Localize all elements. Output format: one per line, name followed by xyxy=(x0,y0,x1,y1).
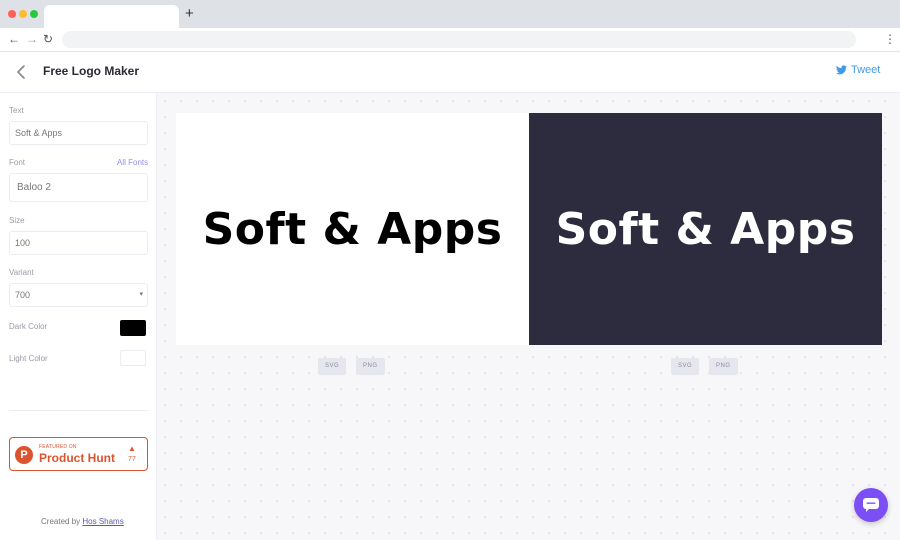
credit-prefix: Created by xyxy=(41,517,81,526)
light-color-label: Light Color xyxy=(9,354,48,363)
author-link[interactable]: Hos Shams xyxy=(82,517,123,526)
chat-bubble-icon xyxy=(863,498,879,512)
dark-svg-download-button[interactable]: SVG xyxy=(671,358,700,375)
size-input[interactable]: 100 xyxy=(9,231,148,255)
page-title: Free Logo Maker xyxy=(43,64,140,78)
upvote-arrow-icon: ▲ xyxy=(128,444,136,453)
settings-sidebar: Text Soft & Apps Font All Fonts Baloo 2 … xyxy=(0,93,157,540)
browser-tab-bar: + xyxy=(0,0,900,28)
browser-toolbar: ← → ↻ ⋮ xyxy=(0,28,900,52)
logo-preview-dark: Soft & Apps xyxy=(529,113,882,345)
product-hunt-name: Product Hunt xyxy=(39,451,115,465)
tweet-label: Tweet xyxy=(851,64,881,76)
upvote-count: 77 xyxy=(128,456,136,463)
dark-png-download-button[interactable]: PNG xyxy=(709,358,738,375)
light-svg-download-button[interactable]: SVG xyxy=(318,358,347,375)
browser-menu-icon[interactable]: ⋮ xyxy=(884,32,896,46)
browser-back-icon[interactable]: ← xyxy=(8,32,20,46)
variant-label: Variant xyxy=(9,268,34,277)
all-fonts-link[interactable]: All Fonts xyxy=(117,158,148,167)
variant-value: 700 xyxy=(15,290,31,300)
window-minimize-dot[interactable] xyxy=(19,10,27,18)
window-maximize-dot[interactable] xyxy=(30,10,38,18)
window-close-dot[interactable] xyxy=(8,10,16,18)
preview-canvas: Soft & Apps Soft & Apps SVG PNG SVG PNG xyxy=(157,93,900,540)
tweet-button[interactable]: Tweet xyxy=(836,64,880,76)
app-header: Free Logo Maker Tweet xyxy=(0,52,900,93)
product-hunt-badge[interactable]: P FEATURED ON Product Hunt ▲ 77 xyxy=(9,437,148,471)
text-input[interactable]: Soft & Apps xyxy=(9,121,148,145)
variant-select[interactable]: 700 ▾ xyxy=(9,283,148,307)
font-input[interactable]: Baloo 2 xyxy=(9,173,148,202)
chevron-down-icon: ▾ xyxy=(139,291,143,298)
address-bar[interactable] xyxy=(62,31,856,48)
font-label: Font xyxy=(9,158,26,167)
product-hunt-featured-text: FEATURED ON xyxy=(39,444,77,450)
dark-color-swatch[interactable] xyxy=(120,320,146,336)
browser-forward-icon[interactable]: → xyxy=(26,32,38,46)
credit-line: Created by Hos Shams xyxy=(41,517,124,526)
size-label: Size xyxy=(9,216,25,225)
chat-button[interactable] xyxy=(854,488,888,522)
light-png-download-button[interactable]: PNG xyxy=(356,358,385,375)
text-label: Text xyxy=(9,106,24,115)
sidebar-divider xyxy=(9,410,148,411)
browser-reload-icon[interactable]: ↻ xyxy=(43,32,53,46)
twitter-bird-icon xyxy=(836,65,847,75)
light-color-swatch[interactable] xyxy=(120,350,146,366)
dark-color-label: Dark Color xyxy=(9,322,48,331)
chevron-left-icon[interactable] xyxy=(14,62,28,82)
new-tab-icon[interactable]: + xyxy=(185,5,194,23)
browser-tab[interactable] xyxy=(44,5,179,28)
product-hunt-logo-icon: P xyxy=(15,446,33,464)
logo-preview-light: Soft & Apps xyxy=(176,113,529,345)
